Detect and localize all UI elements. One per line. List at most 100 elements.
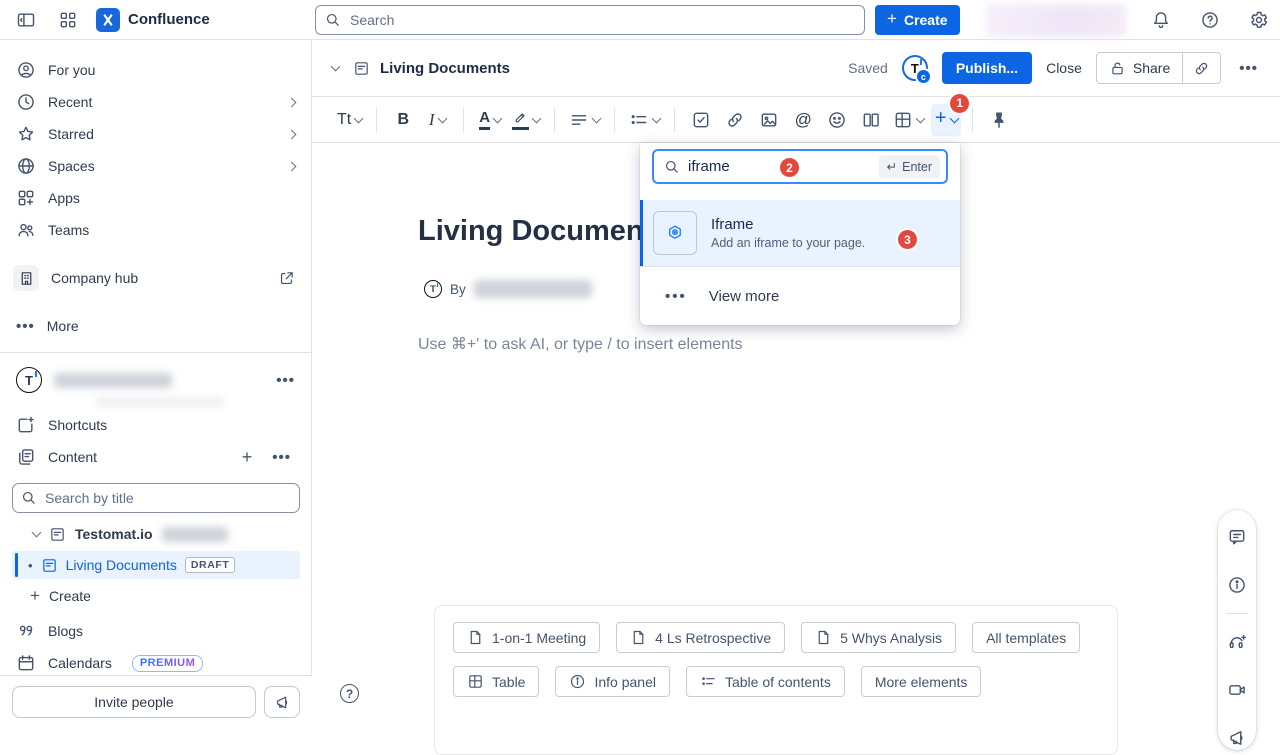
text-style-dropdown[interactable]: Tt: [334, 104, 365, 136]
sidebar-item-teams[interactable]: Teams: [0, 214, 311, 246]
image-icon: [759, 110, 779, 130]
sidebar-item-company-hub[interactable]: Company hub: [0, 262, 311, 294]
search-by-title-input[interactable]: [12, 483, 300, 513]
document-icon: [467, 629, 484, 646]
tree-item-living-documents-selected[interactable]: • Living Documents DRAFT: [12, 551, 300, 579]
align-left-icon: [569, 110, 589, 130]
layouts-button[interactable]: [856, 104, 886, 136]
step-badge-1: 1: [950, 94, 969, 113]
insert-info-panel-button[interactable]: Info panel: [555, 666, 670, 697]
page-title-breadcrumb[interactable]: Living Documents: [380, 60, 510, 77]
sidebar-item-more[interactable]: ••• More: [0, 310, 311, 342]
template-5-whys-analysis[interactable]: 5 Whys Analysis: [801, 622, 956, 653]
insert-toc-button[interactable]: Table of contents: [686, 666, 845, 697]
video-icon-button[interactable]: [1223, 676, 1251, 704]
help-icon[interactable]: [1196, 6, 1224, 34]
lists-dropdown[interactable]: [626, 104, 663, 136]
search-icon: [20, 489, 37, 506]
details-info-icon-button[interactable]: [1223, 571, 1251, 599]
emoji-button[interactable]: [822, 104, 852, 136]
chevron-right-icon: [287, 161, 297, 171]
space-avatar[interactable]: T: [16, 367, 42, 393]
content-icon: [16, 447, 36, 467]
selected-indicator: [15, 553, 18, 577]
more-actions-icon[interactable]: •••: [1235, 56, 1262, 81]
all-templates-button[interactable]: All templates: [972, 622, 1080, 653]
table-dropdown[interactable]: [890, 104, 927, 136]
collaborator-avatar[interactable]: T c: [902, 55, 928, 81]
sidebar-item-apps[interactable]: Apps: [0, 182, 311, 214]
pin-toolbar-button[interactable]: [984, 104, 1014, 136]
sidebar-item-recent[interactable]: Recent: [0, 86, 311, 118]
close-button[interactable]: Close: [1046, 60, 1082, 76]
global-search-input[interactable]: [315, 5, 865, 35]
sidebar-item-shortcuts[interactable]: Shortcuts: [0, 409, 311, 441]
breadcrumb-collapse-icon[interactable]: [328, 62, 343, 74]
insert-search-box[interactable]: ↵ Enter 2: [652, 149, 948, 184]
app-switcher-icon[interactable]: [54, 6, 82, 34]
bold-button[interactable]: B: [388, 104, 418, 136]
insert-image-button[interactable]: [754, 104, 784, 136]
redacted-text: [162, 527, 228, 542]
clock-icon: [16, 92, 36, 112]
editor-placeholder[interactable]: Use ⌘+' to ask AI, or type / to insert e…: [418, 334, 743, 354]
publish-button[interactable]: Publish...: [942, 52, 1032, 84]
add-content-icon[interactable]: +: [238, 443, 257, 472]
comments-icon-button[interactable]: [1223, 523, 1251, 551]
chevron-right-icon: [287, 97, 297, 107]
table-icon: [893, 110, 913, 130]
redacted-subtext: [95, 399, 225, 405]
task-list-button[interactable]: [686, 104, 716, 136]
sidebar-item-starred[interactable]: Starred: [0, 118, 311, 150]
content-more-icon[interactable]: •••: [268, 445, 295, 470]
apps-icon: [16, 188, 36, 208]
mention-button[interactable]: @: [788, 104, 818, 136]
more-elements-button[interactable]: More elements: [861, 666, 982, 697]
iframe-icon: [665, 223, 685, 243]
calendar-icon: [16, 653, 36, 673]
feedback-icon-button[interactable]: [1223, 724, 1251, 752]
document-icon: [630, 629, 647, 646]
menu-item-iframe[interactable]: Iframe Add an iframe to your page. 3: [640, 200, 960, 267]
settings-gear-icon[interactable]: [1245, 6, 1273, 34]
insert-elements-dropdown[interactable]: + 1: [931, 104, 961, 136]
collapse-sidebar-button[interactable]: [12, 6, 40, 34]
menu-item-view-more[interactable]: ••• View more: [640, 267, 960, 325]
enter-hint: ↵ Enter: [879, 155, 940, 178]
tree-item-space-root[interactable]: Testomat.io: [0, 519, 311, 549]
highlight-color-dropdown[interactable]: [509, 104, 543, 136]
copy-link-icon-button[interactable]: [1182, 53, 1220, 83]
plus-icon: +: [935, 107, 947, 130]
editor-page-title[interactable]: Living Documents: [418, 215, 669, 248]
template-4ls-retrospective[interactable]: 4 Ls Retrospective: [616, 622, 785, 653]
teams-icon: [16, 220, 36, 240]
italic-dropdown[interactable]: I: [422, 104, 452, 136]
share-button[interactable]: Share: [1097, 53, 1182, 83]
sidebar-item-spaces[interactable]: Spaces: [0, 150, 311, 182]
insert-table-button[interactable]: Table: [453, 666, 539, 697]
redacted-space-name: [54, 373, 172, 388]
megaphone-icon-button[interactable]: [264, 686, 300, 718]
support-headset-icon-button[interactable]: [1223, 628, 1251, 656]
text-color-dropdown[interactable]: A: [475, 104, 505, 136]
ellipsis-icon: •••: [16, 318, 35, 335]
confluence-brand[interactable]: Confluence: [96, 8, 210, 32]
globe-icon: [16, 156, 36, 176]
invite-people-button[interactable]: Invite people: [12, 686, 256, 718]
insert-elements-menu: ↵ Enter 2 Iframe Add an iframe to your p…: [640, 143, 960, 325]
tree-create-button[interactable]: + Create: [0, 581, 311, 611]
sidebar-item-content[interactable]: Content + •••: [0, 441, 311, 473]
page-icon: [49, 526, 66, 543]
headset-plus-icon: [1227, 632, 1247, 652]
space-more-actions-icon[interactable]: •••: [272, 368, 299, 393]
notifications-bell-icon[interactable]: [1147, 6, 1175, 34]
insert-link-button[interactable]: [720, 104, 750, 136]
chevron-down-icon: [32, 528, 42, 538]
bullet-icon: •: [28, 558, 33, 573]
template-1on1-meeting[interactable]: 1-on-1 Meeting: [453, 622, 600, 653]
alignment-dropdown[interactable]: [566, 104, 603, 136]
sidebar-item-for-you[interactable]: For you: [0, 54, 311, 86]
create-button[interactable]: + Create: [875, 5, 960, 35]
sidebar-item-blogs[interactable]: Blogs: [0, 615, 311, 647]
editor-help-button[interactable]: ?: [340, 684, 359, 703]
